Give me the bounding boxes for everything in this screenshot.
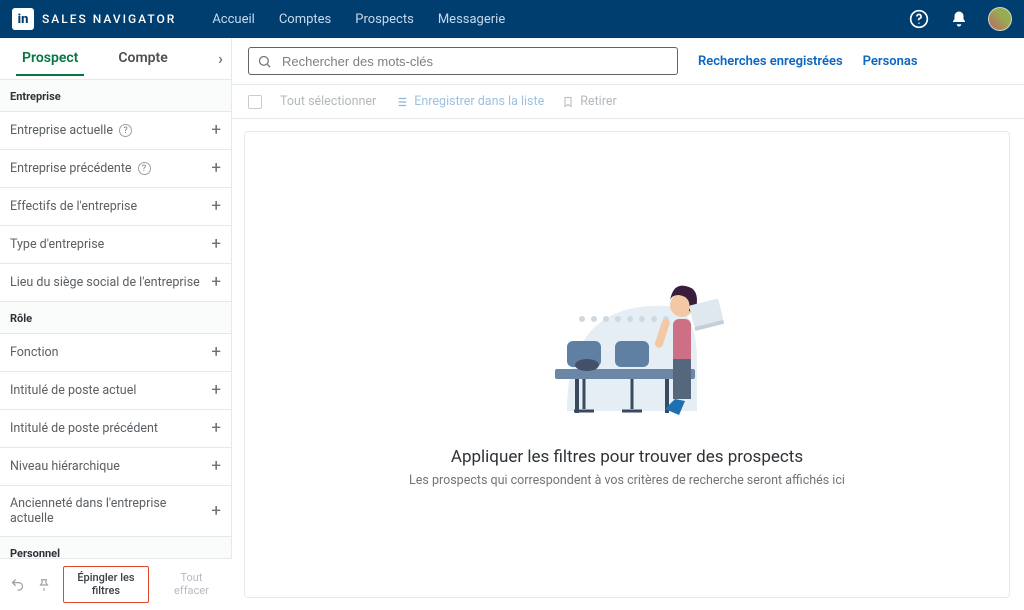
plus-icon[interactable]: + bbox=[211, 198, 221, 215]
saved-searches-link[interactable]: Recherches enregistrées bbox=[698, 54, 843, 69]
pin-filters-label: Épingler les filtres bbox=[77, 571, 134, 597]
filter-current-title[interactable]: Intitulé de poste actuel + bbox=[0, 372, 231, 410]
bulk-action-row: Tout sélectionner Enregistrer dans la li… bbox=[232, 85, 1024, 119]
avatar[interactable] bbox=[988, 7, 1012, 31]
save-to-list-button[interactable]: Enregistrer dans la liste bbox=[394, 94, 544, 109]
filter-label: Intitulé de poste actuel bbox=[10, 383, 136, 398]
bell-icon[interactable] bbox=[948, 8, 970, 30]
filter-label: Effectifs de l'entreprise bbox=[10, 199, 137, 214]
results-canvas: Appliquer les filtres pour trouver des p… bbox=[244, 131, 1010, 598]
sidebar-tabs: Prospect Compte › bbox=[0, 38, 231, 80]
select-all-label: Tout sélectionner bbox=[280, 94, 376, 109]
filter-list: Entreprise Entreprise actuelle ? + Entre… bbox=[0, 80, 231, 610]
info-icon[interactable]: ? bbox=[138, 162, 151, 175]
filter-past-company[interactable]: Entreprise précédente ? + bbox=[0, 150, 231, 188]
save-to-list-label: Enregistrer dans la liste bbox=[414, 94, 544, 109]
filter-label: Lieu du siège social de l'entreprise bbox=[10, 275, 200, 290]
filter-past-title[interactable]: Intitulé de poste précédent + bbox=[0, 410, 231, 448]
clear-all-label: Tout effacer bbox=[174, 571, 209, 597]
pin-filters-button[interactable]: Épingler les filtres bbox=[63, 566, 149, 603]
undo-icon[interactable] bbox=[10, 577, 25, 592]
select-all-checkbox[interactable] bbox=[248, 95, 262, 109]
filter-label: Intitulé de poste précédent bbox=[10, 421, 158, 436]
filter-seniority[interactable]: Niveau hiérarchique + bbox=[0, 448, 231, 486]
nav-messaging[interactable]: Messagerie bbox=[438, 12, 505, 27]
personas-link[interactable]: Personas bbox=[863, 54, 918, 69]
filter-company-hq[interactable]: Lieu du siège social de l'entreprise + bbox=[0, 264, 231, 302]
header-actions bbox=[908, 7, 1012, 31]
filter-tenure-current[interactable]: Ancienneté dans l'entreprise actuelle + bbox=[0, 486, 231, 537]
tab-account[interactable]: Compte bbox=[112, 41, 173, 76]
section-company: Entreprise bbox=[0, 80, 231, 112]
nav-home[interactable]: Accueil bbox=[212, 12, 254, 27]
search-bar-row: Recherches enregistrées Personas bbox=[232, 38, 1024, 85]
plus-icon[interactable]: + bbox=[211, 420, 221, 437]
main-area: Recherches enregistrées Personas Tout sé… bbox=[232, 38, 1024, 610]
nav-accounts[interactable]: Comptes bbox=[279, 12, 331, 27]
help-icon[interactable] bbox=[908, 8, 930, 30]
list-icon bbox=[394, 95, 408, 109]
filter-label: Ancienneté dans l'entreprise actuelle bbox=[10, 496, 211, 526]
remove-label: Retirer bbox=[580, 94, 616, 109]
info-icon[interactable]: ? bbox=[119, 124, 132, 137]
empty-subtitle: Les prospects qui correspondent à vos cr… bbox=[409, 473, 845, 488]
section-role: Rôle bbox=[0, 302, 231, 334]
remove-button[interactable]: Retirer bbox=[562, 94, 616, 109]
main-nav: Accueil Comptes Prospects Messagerie bbox=[212, 12, 908, 27]
nav-leads[interactable]: Prospects bbox=[355, 12, 414, 27]
filter-label: Niveau hiérarchique bbox=[10, 459, 120, 474]
tab-prospect[interactable]: Prospect bbox=[16, 41, 84, 76]
chevron-right-icon[interactable]: › bbox=[218, 49, 223, 68]
empty-illustration bbox=[497, 241, 757, 441]
search-icon bbox=[257, 54, 272, 69]
app-logo: in SALES NAVIGATOR bbox=[12, 8, 176, 30]
plus-icon[interactable]: + bbox=[211, 382, 221, 399]
plus-icon[interactable]: + bbox=[211, 344, 221, 361]
plus-icon[interactable]: + bbox=[211, 503, 221, 520]
pin-icon[interactable] bbox=[37, 578, 51, 592]
filter-label: Type d'entreprise bbox=[10, 237, 104, 252]
plus-icon[interactable]: + bbox=[211, 458, 221, 475]
empty-title: Appliquer les filtres pour trouver des p… bbox=[451, 447, 803, 467]
filter-company-headcount[interactable]: Effectifs de l'entreprise + bbox=[0, 188, 231, 226]
filter-current-company[interactable]: Entreprise actuelle ? + bbox=[0, 112, 231, 150]
linkedin-icon: in bbox=[12, 8, 34, 30]
plus-icon[interactable]: + bbox=[211, 236, 221, 253]
sidebar-footer: Épingler les filtres Tout effacer bbox=[0, 558, 232, 610]
bookmark-icon bbox=[562, 95, 574, 109]
search-box[interactable] bbox=[248, 47, 678, 75]
search-input[interactable] bbox=[280, 53, 669, 70]
plus-icon[interactable]: + bbox=[211, 160, 221, 177]
filter-label: Entreprise actuelle bbox=[10, 123, 113, 138]
filter-company-type[interactable]: Type d'entreprise + bbox=[0, 226, 231, 264]
app-header: in SALES NAVIGATOR Accueil Comptes Prosp… bbox=[0, 0, 1024, 38]
filter-function[interactable]: Fonction + bbox=[0, 334, 231, 372]
plus-icon[interactable]: + bbox=[211, 274, 221, 291]
plus-icon[interactable]: + bbox=[211, 122, 221, 139]
app-name: SALES NAVIGATOR bbox=[42, 12, 176, 26]
clear-all-button[interactable]: Tout effacer bbox=[161, 567, 222, 602]
filter-label: Fonction bbox=[10, 345, 59, 360]
filter-label: Entreprise précédente bbox=[10, 161, 132, 176]
filter-sidebar: Prospect Compte › Entreprise Entreprise … bbox=[0, 38, 232, 610]
